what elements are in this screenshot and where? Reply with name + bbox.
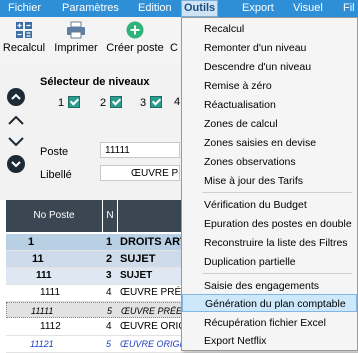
recalcul-button[interactable]: Recalcul — [2, 21, 46, 54]
menu-item-generation-plan-comptable[interactable]: Génération du plan comptable — [182, 294, 357, 312]
row-poste: 1112 — [40, 321, 61, 332]
row-n: 1 — [106, 236, 113, 248]
level-2-label: 2 — [100, 97, 107, 109]
row-n: 2 — [106, 253, 113, 265]
menu-item-reactualisation[interactable]: Réactualisation — [182, 96, 357, 114]
add-circle-icon — [126, 21, 144, 39]
printer-icon — [66, 21, 86, 39]
row-label: DROITS ART — [120, 236, 187, 248]
outils-dropdown-menu: Recalcul Remonter d'un niveau Descendre … — [181, 17, 358, 351]
menu-item-zones-devise[interactable]: Zones saisies en devise — [182, 134, 357, 152]
menu-separator — [202, 192, 352, 193]
level-1-checkbox[interactable]: 1 — [58, 96, 81, 109]
row-label: SUJET — [120, 270, 153, 281]
level-4-label: 4 — [174, 96, 181, 108]
menu-item-saisie-engagements[interactable]: Saisie des engagements — [182, 277, 357, 295]
menu-item-zones-calcul[interactable]: Zones de calcul — [182, 115, 357, 133]
menu-item-epuration-postes[interactable]: Epuration des postes en double — [182, 215, 357, 233]
menu-item-reconstruire-filtres[interactable]: Reconstruire la liste des Filtres — [182, 234, 357, 252]
row-poste: 1111 — [40, 287, 61, 298]
menu-item-verification-budget[interactable]: Vérification du Budget — [182, 196, 357, 214]
poste-label: Poste — [40, 146, 69, 158]
menu-bar: Fichier Paramètres Edition Outils Export… — [0, 0, 358, 17]
menu-item-recuperation-excel[interactable]: Récupération fichier Excel — [182, 314, 357, 332]
row-poste: 11 — [32, 253, 44, 265]
recalcul-label: Recalcul — [2, 42, 46, 54]
row-poste: 111 — [36, 270, 52, 281]
toolbar-partial-label: C — [170, 42, 178, 54]
libelle-label: Libellé — [40, 169, 72, 181]
poste-field[interactable]: 11111 — [100, 142, 180, 158]
menu-item-export-netflix[interactable]: Export Netflix — [182, 332, 357, 350]
level-1-label: 1 — [58, 97, 65, 109]
header-n[interactable]: N — [103, 200, 117, 232]
menu-export[interactable]: Export — [242, 1, 274, 16]
menu-item-remonter[interactable]: Remonter d'un niveau — [182, 39, 357, 57]
libelle-field[interactable]: ŒUVRE PRI — [100, 165, 180, 181]
menu-item-maj-tarifs[interactable]: Mise à jour des Tarifs — [182, 172, 357, 190]
level-4-checkbox[interactable]: 4 — [174, 96, 180, 108]
menu-visuel[interactable]: Visuel — [293, 1, 323, 16]
chevron-up-circle-icon[interactable] — [7, 88, 25, 106]
calculator-icon — [15, 21, 33, 39]
level-3-label: 3 — [140, 97, 147, 109]
menu-outils[interactable]: Outils — [181, 0, 219, 17]
row-n: 3 — [106, 270, 112, 281]
row-label: ŒUVRE PRÉE — [120, 287, 188, 298]
row-n: 5 — [107, 306, 113, 316]
menu-item-remise-zero[interactable]: Remise à zéro — [182, 77, 357, 95]
chevron-down-icon[interactable] — [7, 136, 25, 148]
menu-edition[interactable]: Edition — [138, 1, 172, 16]
imprimer-label: Imprimer — [54, 42, 98, 54]
menu-item-descendre[interactable]: Descendre d'un niveau — [182, 58, 357, 76]
imprimer-button[interactable]: Imprimer — [52, 21, 100, 54]
menu-filtre[interactable]: Fil — [343, 1, 355, 16]
row-n: 4 — [106, 321, 112, 332]
row-label: SUJET — [120, 253, 156, 265]
menu-parametres[interactable]: Paramètres — [62, 1, 119, 16]
row-poste: 11121 — [30, 339, 54, 349]
row-label: ŒUVRE ORIGI — [120, 321, 189, 332]
menu-separator — [202, 273, 352, 274]
row-n: 5 — [106, 339, 112, 349]
header-no-poste[interactable]: No Poste — [6, 200, 102, 232]
creer-poste-button[interactable]: Créer poste — [104, 21, 166, 54]
chevron-up-icon[interactable] — [7, 114, 25, 126]
menu-fichier[interactable]: Fichier — [8, 1, 41, 16]
creer-poste-label: Créer poste — [106, 42, 164, 54]
level-selector-title: Sélecteur de niveaux — [40, 76, 150, 88]
menu-item-duplication-partielle[interactable]: Duplication partielle — [182, 253, 357, 271]
row-poste: 11111 — [31, 306, 54, 316]
level-3-checkbox[interactable]: 3 — [140, 96, 163, 109]
row-n: 4 — [106, 287, 112, 298]
level-2-checkbox[interactable]: 2 — [100, 96, 123, 109]
row-poste: 1 — [28, 236, 35, 248]
menu-item-zones-observations[interactable]: Zones observations — [182, 153, 357, 171]
chevron-down-circle-icon[interactable] — [7, 155, 25, 173]
menu-item-recalcul[interactable]: Recalcul — [182, 20, 357, 38]
